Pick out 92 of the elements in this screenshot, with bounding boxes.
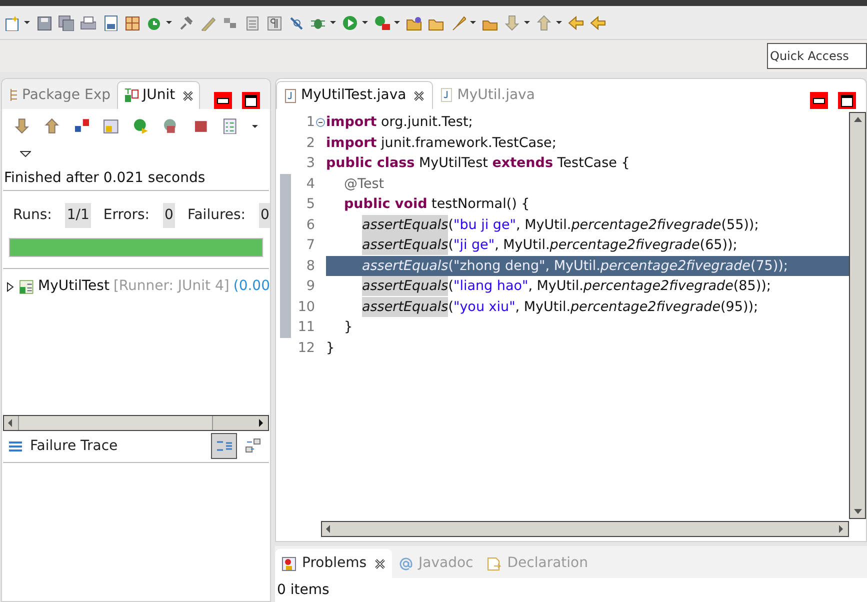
scrollbar-thumb[interactable] (18, 416, 213, 430)
line-number: 9 (305, 277, 315, 296)
time-text: (0.00 (233, 277, 270, 296)
line-number: 11 (296, 318, 315, 338)
folder-icon[interactable] (406, 14, 422, 30)
panel-tab[interactable]: JUnit (116, 81, 200, 109)
maximize-button[interactable] (242, 92, 260, 109)
line-number: 4 (305, 174, 315, 194)
rerun-icon[interactable] (133, 118, 149, 134)
maximize-icon (245, 94, 257, 106)
code-line: import org.junit.Test; (326, 113, 474, 132)
runner-text: [Runner: JUnit 4] (113, 277, 230, 296)
line-number: 8 (305, 256, 315, 276)
dropdown-caret-icon[interactable] (362, 21, 368, 24)
dropdown-caret-icon[interactable] (166, 21, 172, 24)
minimize-icon (217, 98, 229, 104)
expand-arrow-icon[interactable] (7, 282, 16, 292)
new-file-icon[interactable] (4, 14, 20, 30)
quick-access-field[interactable]: Quick Access (767, 43, 867, 69)
collapse-icon[interactable] (316, 118, 325, 127)
dropdown-caret-icon[interactable] (470, 21, 476, 24)
panel-tab[interactable]: Problems (275, 549, 392, 578)
summary-text: 0 items (276, 581, 330, 600)
line-number: 5 (305, 195, 315, 214)
editor-tab[interactable]: MyUtil.java (433, 81, 543, 109)
view-menu-icon[interactable] (20, 151, 31, 157)
code-line: assertEquals("ji ge", MyUtil.percentage2fivegrade(65)); (361, 235, 738, 256)
junit-icon (124, 88, 138, 103)
code-line: public class MyUtilTest extends TestCase { (326, 154, 631, 174)
stop-icon[interactable] (192, 118, 208, 134)
counter-value: 0 (258, 203, 270, 228)
line-number: 10 (296, 298, 315, 317)
dropdown-caret-icon[interactable] (394, 21, 400, 24)
code-line: } (343, 318, 354, 338)
close-icon[interactable] (183, 90, 194, 100)
editor-tab[interactable]: MyUtilTest.java (276, 81, 434, 109)
minimize-button[interactable] (810, 92, 828, 109)
next-failure-icon[interactable] (14, 118, 30, 134)
panel-title: Failure Trace (30, 436, 118, 456)
code-line: @Test (343, 174, 386, 194)
save-all-icon[interactable] (58, 14, 74, 30)
back-arrow-icon[interactable] (590, 14, 606, 30)
code-line: } (326, 338, 336, 358)
tree-list-icon (8, 88, 18, 102)
counter-label: Failures: (187, 206, 246, 225)
counter-value: 0 (162, 203, 176, 228)
document-icon[interactable] (244, 14, 260, 30)
horizontal-scrollbar[interactable] (3, 414, 269, 430)
dropdown-caret-icon[interactable] (556, 21, 562, 24)
paragraph-icon[interactable] (266, 14, 282, 30)
maximize-icon (841, 94, 853, 106)
list-icon (9, 440, 22, 452)
code-line: assertEquals("bu ji ge", MyUtil.percentage2fivegrade(55)); (361, 214, 760, 235)
counter-value: 1/1 (64, 203, 92, 228)
line-number: 6 (305, 216, 315, 235)
vertical-scrollbar[interactable] (849, 112, 866, 519)
counter-label: Runs: (13, 206, 52, 225)
line-number: 3 (305, 154, 315, 174)
dropdown-caret-icon[interactable] (24, 21, 30, 24)
filter-stack-button[interactable] (211, 433, 237, 459)
line-number: 1 (305, 113, 315, 132)
line-number: 7 (305, 236, 315, 256)
code-line: assertEquals("you xiu", MyUtil.percentage2fivegrade(95)); (361, 296, 760, 317)
maximize-button[interactable] (838, 92, 856, 109)
code-line: import junit.framework.TestCase; (326, 134, 558, 153)
scroll-up-icon[interactable] (852, 115, 862, 125)
at-sign-icon (398, 556, 413, 570)
close-icon[interactable] (374, 558, 385, 568)
status-text: Finished after 0.021 seconds (3, 165, 269, 191)
back-arrow-icon[interactable] (568, 14, 584, 30)
minimize-icon (813, 98, 825, 104)
test-suite-icon (19, 278, 34, 294)
close-icon[interactable] (414, 90, 424, 100)
previous-failure-icon[interactable] (44, 118, 60, 134)
counter-label: Errors: (103, 206, 150, 225)
code-line: assertEquals("liang hao", MyUtil.percentage2fivegrade(85)); (361, 276, 772, 296)
minimize-button[interactable] (214, 92, 232, 109)
panel-tab[interactable]: Package Exp (2, 81, 116, 109)
dropdown-caret-icon[interactable] (252, 124, 258, 128)
horizontal-scrollbar[interactable] (321, 521, 849, 537)
line-number: 2 (305, 134, 315, 153)
scroll-down-icon[interactable] (852, 506, 862, 516)
line-number: 12 (296, 338, 315, 358)
code-line: public void testNormal() { (343, 195, 531, 214)
test-name[interactable]: MyUtilTest (38, 276, 110, 297)
java-file-icon (441, 88, 452, 102)
save-icon[interactable] (36, 14, 52, 30)
print-icon[interactable] (80, 14, 96, 30)
scroll-right-icon[interactable] (256, 418, 266, 428)
java-file-icon (285, 88, 296, 102)
dropdown-caret-icon[interactable] (330, 21, 336, 24)
dropdown-caret-icon[interactable] (524, 21, 530, 24)
